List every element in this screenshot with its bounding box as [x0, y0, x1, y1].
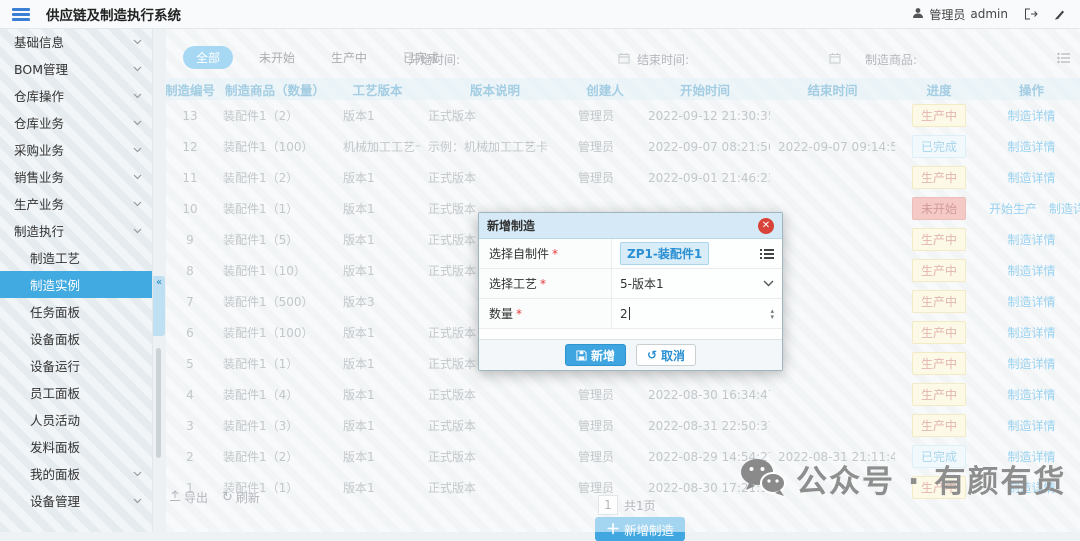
sidebar-menu: 基础信息 BOM管理 仓库操作 仓库业务 采购业务 销售业务 生产业务 — [0, 28, 152, 514]
chevron-down-icon — [133, 228, 142, 234]
list-select-icon[interactable] — [760, 248, 774, 260]
sidebar-item-label: 设备管理 — [30, 491, 133, 510]
sidebar: 基础信息 BOM管理 仓库操作 仓库业务 采购业务 销售业务 生产业务 — [0, 28, 152, 532]
cancel-button[interactable]: ↺ 取消 — [636, 344, 696, 366]
dialog-title: 新增制造 — [487, 217, 535, 234]
spinner-icons[interactable]: ▴▾ — [770, 308, 774, 320]
sidebar-item-label: 仓库业务 — [14, 113, 133, 132]
sidebar-item-label: 任务面板 — [30, 302, 133, 321]
sidebar-item-label: 生产业务 — [14, 194, 133, 213]
required-asterisk: * — [540, 277, 546, 291]
field-label-process: 选择工艺* — [479, 269, 612, 298]
process-select[interactable]: 5-版本1 — [612, 269, 782, 298]
sidebar-item-label: 员工面板 — [30, 383, 133, 402]
sidebar-item[interactable]: 销售业务 — [0, 163, 152, 190]
sidebar-item-label: 设备面板 — [30, 329, 133, 348]
sidebar-item[interactable]: 仓库业务 — [0, 109, 152, 136]
sidebar-item-label: 制造工艺 — [30, 248, 133, 267]
sidebar-item-label: 我的面板 — [30, 464, 133, 483]
chevron-down-icon — [133, 147, 142, 153]
chevron-down-icon — [133, 93, 142, 99]
chevron-down-icon — [133, 498, 142, 504]
sidebar-item-label: 采购业务 — [14, 140, 133, 159]
sidebar-item-label: 人员活动 — [30, 410, 133, 429]
chevron-down-icon — [133, 66, 142, 72]
sidebar-item[interactable]: BOM管理 — [0, 55, 152, 82]
sidebar-item[interactable]: 任务面板 — [0, 298, 152, 325]
sidebar-item[interactable]: 设备面板 — [0, 325, 152, 352]
chevron-down-icon — [133, 201, 142, 207]
sidebar-item-label: 制造实例 — [30, 275, 133, 294]
theme-brush-icon[interactable] — [1054, 8, 1066, 20]
watermark-text: 公众号 · 有颜有货 — [796, 456, 1066, 501]
sidebar-item[interactable]: 设备运行 — [0, 352, 152, 379]
app-title: 供应链及制造执行系统 — [46, 4, 181, 24]
logout-icon[interactable] — [1024, 8, 1038, 20]
submit-button[interactable]: 新增 — [565, 344, 626, 366]
sidebar-scrollbar[interactable] — [156, 348, 161, 458]
add-manufacture-dialog: 新增制造 ✕ 选择自制件* ZP1-装配件1 选择工艺* 5-版本1 数量* 2 — [478, 212, 783, 371]
quantity-stepper[interactable]: 2 ▴▾ — [612, 299, 782, 328]
sidebar-collapse-handle[interactable]: « — [153, 276, 165, 336]
text-cursor — [629, 307, 630, 320]
field-label-quantity: 数量* — [479, 299, 612, 328]
sidebar-item[interactable]: 制造实例 — [0, 271, 152, 298]
chevron-down-icon — [133, 471, 142, 477]
sidebar-item-label: 制造执行 — [14, 221, 133, 240]
chevron-down-icon — [133, 174, 142, 180]
dialog-header: 新增制造 ✕ — [479, 213, 782, 239]
sidebar-item[interactable]: 制造工艺 — [0, 244, 152, 271]
sidebar-item-label: 基础信息 — [14, 32, 133, 51]
sidebar-item[interactable]: 基础信息 — [0, 28, 152, 55]
top-bar: 供应链及制造执行系统 管理员 admin — [0, 0, 1080, 29]
sidebar-item-label: 仓库操作 — [14, 86, 133, 105]
sidebar-item[interactable]: 制造执行 — [0, 217, 152, 244]
sidebar-item-label: 发料面板 — [30, 437, 133, 456]
user-icon — [912, 7, 924, 22]
sidebar-item[interactable]: 我的面板 — [0, 460, 152, 487]
dialog-footer: 新增 ↺ 取消 — [479, 339, 782, 370]
chevron-down-icon — [133, 39, 142, 45]
undo-icon: ↺ — [647, 348, 657, 362]
sidebar-item[interactable]: 生产业务 — [0, 190, 152, 217]
save-icon — [576, 350, 587, 361]
sidebar-item[interactable]: 仓库操作 — [0, 82, 152, 109]
watermark: 公众号 · 有颜有货 — [740, 456, 1066, 501]
selected-part-chip[interactable]: ZP1-装配件1 — [620, 242, 709, 265]
required-asterisk: * — [552, 247, 558, 261]
user-menu[interactable]: 管理员 admin — [912, 6, 1008, 23]
user-role: 管理员 — [929, 6, 965, 23]
sidebar-item[interactable]: 采购业务 — [0, 136, 152, 163]
field-label-self-made-part: 选择自制件* — [479, 239, 612, 268]
user-name: admin — [970, 7, 1008, 21]
sidebar-item[interactable]: 员工面板 — [0, 379, 152, 406]
wechat-icon — [740, 457, 786, 500]
sidebar-item-label: BOM管理 — [14, 59, 133, 78]
sidebar-item-label: 设备运行 — [30, 356, 133, 375]
chevron-down-icon — [763, 280, 774, 287]
required-asterisk: * — [516, 307, 522, 321]
sidebar-item[interactable]: 人员活动 — [0, 406, 152, 433]
sidebar-item[interactable]: 设备管理 — [0, 487, 152, 514]
sidebar-gutter: « — [152, 28, 166, 532]
self-made-part-field[interactable]: ZP1-装配件1 — [612, 239, 782, 268]
sidebar-item[interactable]: 发料面板 — [0, 433, 152, 460]
hamburger-menu-icon[interactable] — [12, 6, 30, 23]
chevron-down-icon — [133, 120, 142, 126]
sidebar-item-label: 销售业务 — [14, 167, 133, 186]
close-icon[interactable]: ✕ — [758, 218, 774, 234]
